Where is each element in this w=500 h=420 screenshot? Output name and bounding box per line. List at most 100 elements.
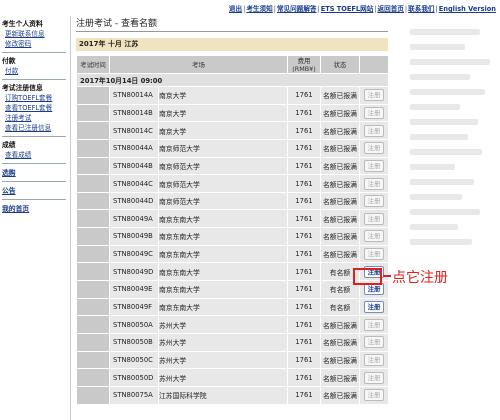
sidebar-item-my-home[interactable]: 我的首页 (0, 204, 68, 214)
status-cell: 名额已报满 (320, 385, 360, 405)
exam-time-cell (76, 191, 110, 211)
nav-ets-link[interactable]: ETS TOEFL网站 (321, 5, 374, 13)
action-cell: 注册 (359, 350, 389, 370)
register-button: 注册 (364, 89, 384, 102)
test-center-name: 苏州大学 (158, 315, 288, 334)
fee-cell: 1761 (287, 350, 321, 370)
exam-time-cell (76, 121, 110, 140)
register-button: 注册 (364, 230, 384, 243)
test-center-code: STN80014A (109, 86, 159, 105)
register-button: 注册 (364, 124, 384, 137)
status-cell: 名额已报满 (320, 209, 360, 229)
action-cell: 注册 (359, 138, 389, 158)
nav-logout-link[interactable]: 退出 (229, 5, 242, 13)
exam-time-cell (76, 368, 110, 387)
test-center-code: STN80050C (109, 350, 159, 370)
table-row: STN80049E 南京东南大学 1761 有名额 注册 (76, 280, 389, 299)
fee-cell: 1761 (287, 297, 321, 317)
register-button: 注册 (364, 212, 384, 225)
table-row: STN80044A 南京师范大学 1761 名额已报满 注册 (76, 138, 389, 158)
sidebar-item-view-scores[interactable]: 查看成绩 (0, 150, 68, 160)
test-center-code: STN80044C (109, 174, 159, 193)
exam-time-cell (76, 332, 110, 352)
register-button: 注册 (364, 353, 384, 366)
test-center-code: STN80075A (109, 385, 159, 405)
fee-cell: 1761 (287, 315, 321, 334)
status-cell: 名额已报满 (320, 156, 360, 176)
page-title: 注册考试 - 查看名额 (76, 19, 157, 29)
action-cell: 注册 (359, 156, 389, 176)
table-row: STN80049B 南京东南大学 1761 名额已报满 注册 (76, 227, 389, 246)
test-center-code: STN80049F (109, 297, 159, 317)
status-cell: 名额已报满 (320, 368, 360, 387)
blurred-panel (410, 20, 500, 270)
sidebar-item-order-toefl-package[interactable]: 订购TOEFL套餐 (0, 93, 68, 103)
table-row: STN80044C 南京师范大学 1761 名额已报满 注册 (76, 174, 389, 193)
exam-time-cell (76, 103, 110, 123)
table-row: STN80014A 南京大学 1761 名额已报满 注册 (76, 86, 389, 105)
blurred-line (410, 89, 485, 95)
sidebar-item-purchase[interactable]: 选购 (0, 168, 68, 178)
test-center-name: 苏州大学 (158, 368, 288, 387)
action-cell: 注册 (359, 103, 389, 123)
fee-cell: 1761 (287, 385, 321, 405)
fee-cell: 1761 (287, 121, 321, 140)
test-center-name: 南京东南大学 (158, 209, 288, 229)
action-cell: 注册 (359, 368, 389, 387)
nav-candidate-notice-link[interactable]: 考生须知 (246, 5, 272, 13)
test-center-code: STN80044A (109, 138, 159, 158)
action-cell: 注册 (359, 244, 389, 264)
blurred-line (410, 74, 470, 80)
blurred-line (410, 29, 480, 35)
register-button[interactable]: 注册 (364, 283, 384, 296)
test-center-code: STN80014C (109, 121, 159, 140)
test-center-code: STN80050D (109, 368, 159, 387)
blurred-line (410, 164, 455, 170)
nav-contact-link[interactable]: 联系我们 (408, 5, 434, 13)
status-cell: 名额已报满 (320, 332, 360, 352)
action-cell: 注册 (359, 385, 389, 405)
action-cell: 注册 (359, 191, 389, 211)
test-center-code: STN80049A (109, 209, 159, 229)
blurred-line (410, 119, 478, 125)
sidebar-item-view-registrations[interactable]: 查看已注册信息 (0, 123, 68, 133)
exam-time-cell (76, 244, 110, 264)
action-cell: 注册 (359, 227, 389, 246)
sidebar-item-view-toefl-package[interactable]: 查看TOEFL套餐 (0, 103, 68, 113)
exam-time-cell (76, 262, 110, 282)
status-cell: 名额已报满 (320, 121, 360, 140)
table-row: STN80075A 江苏国际科学院 1761 名额已报满 注册 (76, 385, 389, 405)
table-header-row: 考试时间 考场 费用(RMB¥) 状态 (76, 55, 389, 74)
sidebar-item-announcements[interactable]: 公告 (0, 186, 68, 196)
fee-cell: 1761 (287, 244, 321, 264)
register-button[interactable]: 注册 (364, 301, 384, 313)
exam-time-cell (76, 138, 110, 158)
sidebar-item-register-exam[interactable]: 注册考试 (0, 113, 68, 123)
sidebar-section-payment: 付款 (2, 57, 16, 65)
action-cell: 注册 (359, 86, 389, 105)
table-row: STN80044B 南京师范大学 1761 名额已报满 注册 (76, 156, 389, 176)
nav-english-link[interactable]: English Version (439, 5, 496, 13)
fee-cell: 1761 (287, 86, 321, 105)
blurred-line (410, 179, 474, 185)
sidebar-item-update-contact[interactable]: 更新联系信息 (0, 29, 68, 39)
exam-time-cell (76, 385, 110, 405)
status-cell: 名额已报满 (320, 227, 360, 246)
sidebar-section-scores: 成绩 (2, 141, 16, 149)
header-status: 状态 (320, 55, 360, 74)
sidebar-item-payment[interactable]: 付款 (0, 66, 68, 76)
blurred-line (410, 104, 460, 110)
status-cell: 名额已报满 (320, 191, 360, 211)
table-row: STN80014B 南京大学 1761 名额已报满 注册 (76, 103, 389, 123)
sidebar-item-change-password[interactable]: 修改密码 (0, 39, 68, 49)
test-center-code: STN80044B (109, 156, 159, 176)
fee-cell: 1761 (287, 103, 321, 123)
nav-home-link[interactable]: 返回首页 (378, 5, 404, 13)
blurred-line (410, 224, 458, 230)
test-center-code: STN80050A (109, 315, 159, 334)
test-center-name: 南京师范大学 (158, 138, 288, 158)
test-center-name: 南京师范大学 (158, 174, 288, 193)
highlight-box (353, 268, 382, 285)
test-center-code: STN80014B (109, 103, 159, 123)
nav-faq-link[interactable]: 常见问题解答 (277, 5, 317, 13)
